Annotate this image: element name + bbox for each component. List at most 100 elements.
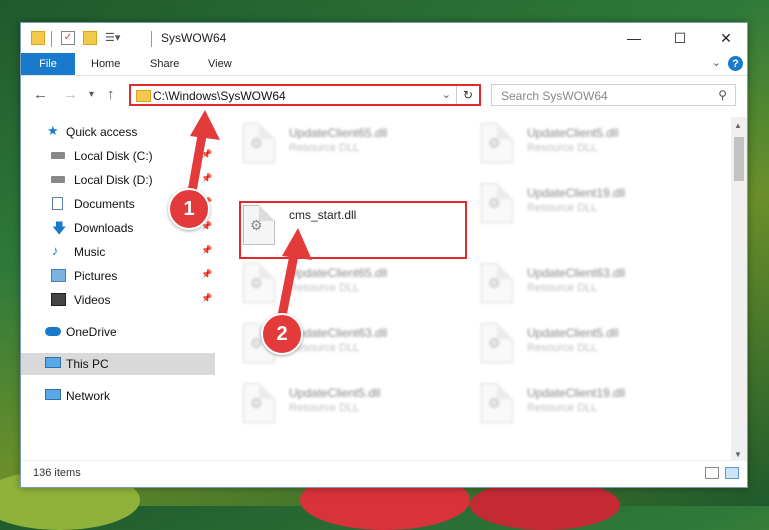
pin-icon: 📌: [201, 245, 213, 255]
file-item[interactable]: ⚙ UpdateClient5.dll Resource DLL: [459, 321, 689, 371]
pin-icon: 📌: [201, 269, 213, 279]
music-note-icon: ♪: [52, 243, 59, 258]
sidebar-item-label: Local Disk (C:): [74, 149, 153, 163]
divider: [151, 31, 152, 47]
file-name: UpdateClient63.dll: [527, 266, 626, 280]
file-type: Resource DLL: [527, 282, 598, 294]
gear-icon: ⚙: [488, 195, 501, 211]
gear-icon: ⚙: [488, 135, 501, 151]
sidebar-item-label: Local Disk (D:): [74, 173, 153, 187]
sidebar-item-label: Downloads: [74, 221, 134, 235]
network-icon: [45, 389, 61, 400]
address-bar[interactable]: C:\Windows\SysWOW64 ⌄ ↻: [129, 84, 481, 106]
file-type: Resource DLL: [289, 402, 360, 414]
refresh-icon[interactable]: ↻: [456, 86, 479, 104]
file-item[interactable]: ⚙ UpdateClient65.dll Resource DLL: [221, 121, 451, 171]
divider: [51, 31, 52, 47]
status-bar: 136 items: [21, 460, 747, 487]
properties-checkmark-icon[interactable]: ✓: [61, 31, 75, 45]
large-icons-view-icon[interactable]: [725, 467, 739, 479]
help-icon[interactable]: ?: [728, 56, 743, 71]
step-marker-1: 1: [168, 188, 210, 230]
address-path[interactable]: C:\Windows\SysWOW64: [153, 89, 286, 103]
file-item[interactable]: ⚙ UpdateClient65.dll Resource DLL: [221, 261, 451, 311]
address-dropdown-chevron-icon[interactable]: ⌄: [442, 88, 451, 101]
file-type: Resource DLL: [527, 202, 598, 214]
sidebar-item-label: Music: [74, 245, 106, 259]
sidebar-item-label: Videos: [74, 293, 111, 307]
tab-home[interactable]: Home: [91, 53, 120, 75]
minimize-button[interactable]: —: [611, 23, 657, 53]
sidebar-item-label: Network: [66, 389, 111, 403]
file-name: UpdateClient19.dll: [527, 186, 626, 200]
file-type: Resource DLL: [527, 342, 598, 354]
pictures-icon: [51, 269, 66, 282]
file-item[interactable]: ⚙ UpdateClient5.dll Resource DLL: [221, 381, 451, 431]
file-item[interactable]: ⚙ UpdateClient19.dll Resource DLL: [459, 181, 689, 231]
file-name: UpdateClient5.dll: [527, 326, 619, 340]
sidebar-item-this-pc[interactable]: This PC: [21, 353, 215, 375]
window-title: SysWOW64: [161, 31, 227, 45]
file-name: UpdateClient5.dll: [527, 126, 619, 140]
gear-icon: ⚙: [488, 395, 501, 411]
vertical-scrollbar[interactable]: ▲ ▼: [731, 117, 747, 463]
navigation-bar: ← → ▾ ↑ C:\Windows\SysWOW64 ⌄ ↻ Search S…: [21, 76, 747, 114]
explorer-window: ✓ ☰▾ SysWOW64 — ☐ ✕ File Home Share View…: [20, 22, 748, 488]
tab-file[interactable]: File: [21, 53, 75, 75]
monitor-icon: [45, 357, 61, 368]
search-input[interactable]: Search SysWOW64 ⚲: [491, 84, 736, 106]
ribbon: File Home Share View ⌄ ?: [21, 53, 747, 76]
tab-share[interactable]: Share: [150, 53, 179, 75]
cloud-icon: [45, 327, 61, 336]
file-item[interactable]: ⚙ UpdateClient63.dll Resource DLL: [459, 261, 689, 311]
maximize-button[interactable]: ☐: [657, 23, 703, 53]
sidebar-item-pictures[interactable]: Pictures 📌: [21, 265, 215, 287]
file-name: UpdateClient19.dll: [527, 386, 626, 400]
file-item[interactable]: ⚙ UpdateClient5.dll Resource DLL: [459, 121, 689, 171]
title-bar: ✓ ☰▾ SysWOW64 — ☐ ✕: [21, 23, 747, 53]
file-item[interactable]: ⚙ UpdateClient19.dll Resource DLL: [459, 381, 689, 431]
file-type: Resource DLL: [527, 402, 598, 414]
gear-icon: ⚙: [488, 335, 501, 351]
gear-icon: ⚙: [488, 275, 501, 291]
up-arrow-icon[interactable]: ↑: [107, 86, 115, 103]
sidebar-item-network[interactable]: Network: [21, 385, 215, 407]
gear-icon: ⚙: [250, 275, 263, 291]
search-placeholder: Search SysWOW64: [501, 89, 608, 103]
forward-arrow-icon[interactable]: →: [63, 86, 78, 103]
step-marker-2: 2: [261, 313, 303, 355]
item-count: 136 items: [33, 467, 81, 479]
scroll-up-arrow-icon[interactable]: ▲: [734, 121, 742, 130]
drive-icon: [51, 152, 65, 159]
file-name: UpdateClient5.dll: [289, 386, 381, 400]
folder-icon: [31, 31, 45, 45]
file-type: Resource DLL: [289, 142, 360, 154]
new-folder-icon[interactable]: [83, 31, 97, 45]
sidebar-item-label: This PC: [66, 357, 109, 371]
sidebar-item-videos[interactable]: Videos 📌: [21, 289, 215, 311]
back-arrow-icon[interactable]: ←: [33, 86, 48, 103]
sidebar-item-onedrive[interactable]: OneDrive: [21, 321, 215, 343]
sidebar-item-music[interactable]: ♪ Music 📌: [21, 241, 215, 263]
folder-icon: [136, 90, 151, 102]
customize-toolbar-icon[interactable]: ☰▾: [105, 31, 120, 45]
drive-icon: [51, 176, 65, 183]
pin-icon: 📌: [201, 293, 213, 303]
recent-locations-chevron-icon[interactable]: ▾: [89, 89, 94, 100]
scroll-down-arrow-icon[interactable]: ▼: [734, 450, 742, 459]
sidebar-item-label: OneDrive: [66, 325, 117, 339]
file-item[interactable]: ⚙ UpdateClient63.dll Resource DLL: [221, 321, 451, 371]
expand-ribbon-chevron-icon[interactable]: ⌄: [712, 56, 721, 69]
film-icon: [51, 293, 66, 306]
file-name: UpdateClient65.dll: [289, 126, 388, 140]
gear-icon: ⚙: [250, 395, 263, 411]
file-type: Resource DLL: [527, 142, 598, 154]
sidebar-item-label: Documents: [74, 197, 135, 211]
sidebar-item-label: Quick access: [66, 125, 138, 139]
scrollbar-thumb[interactable]: [734, 137, 744, 181]
close-button[interactable]: ✕: [703, 23, 749, 53]
tab-view[interactable]: View: [208, 53, 232, 75]
details-view-icon[interactable]: [705, 467, 719, 479]
star-icon: ★: [47, 123, 59, 138]
search-icon[interactable]: ⚲: [718, 88, 727, 102]
